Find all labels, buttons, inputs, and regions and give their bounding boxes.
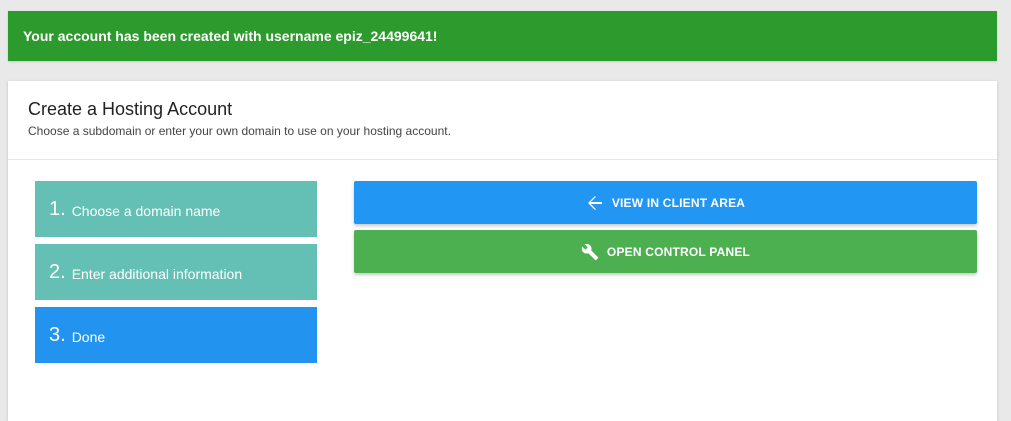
- step-number: 3.: [49, 323, 66, 346]
- alert-message: Your account has been created with usern…: [23, 28, 438, 44]
- view-client-area-button[interactable]: VIEW IN CLIENT AREA: [354, 181, 977, 224]
- step-done: 3. Done: [35, 307, 317, 363]
- step-choose-domain: 1. Choose a domain name: [35, 181, 317, 237]
- step-number: 2.: [49, 260, 66, 283]
- step-number: 1.: [49, 197, 66, 220]
- success-alert: Your account has been created with usern…: [8, 11, 997, 61]
- page-subtitle: Choose a subdomain or enter your own dom…: [28, 124, 451, 138]
- step-label: Choose a domain name: [71, 202, 221, 219]
- card-header: Create a Hosting Account Choose a subdom…: [8, 81, 997, 160]
- steps-list: 1. Choose a domain name 2. Enter additio…: [35, 181, 317, 370]
- open-control-panel-button[interactable]: OPEN CONTROL PANEL: [354, 230, 977, 273]
- arrow-left-icon: [586, 194, 604, 212]
- page-title: Create a Hosting Account: [28, 99, 233, 119]
- hosting-account-card: Create a Hosting Account Choose a subdom…: [8, 81, 997, 421]
- step-additional-info: 2. Enter additional information: [35, 244, 317, 300]
- view-client-area-label: VIEW IN CLIENT AREA: [611, 195, 746, 210]
- step-label: Done: [71, 328, 106, 345]
- open-control-panel-label: OPEN CONTROL PANEL: [606, 244, 751, 259]
- wrench-icon: [581, 243, 599, 261]
- step-label: Enter additional information: [71, 265, 243, 282]
